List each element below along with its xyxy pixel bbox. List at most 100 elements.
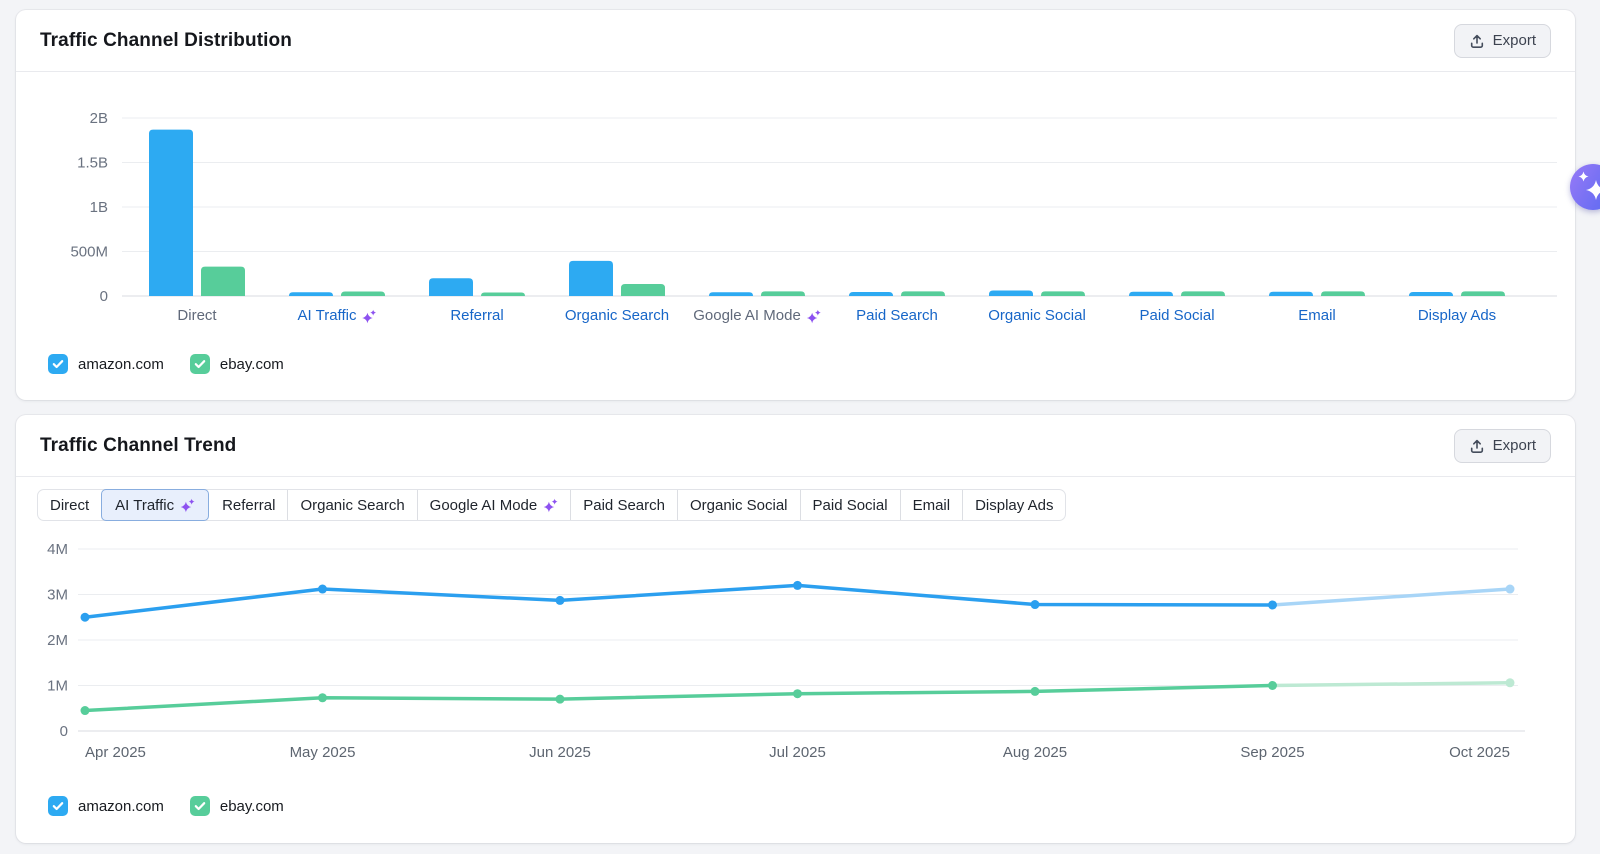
bar-chart: 0500M1B1.5B2B [16,100,1575,335]
legend-item-amazon-com: amazon.com [48,796,164,816]
data-point [556,596,565,605]
legend-checkbox-ebay-com[interactable] [190,796,210,816]
tab-label: Referral [222,497,275,514]
tab-label: Organic Social [690,497,788,514]
bar-ebay-com-organic-social [1041,291,1085,296]
bar-amazon-com-referral [429,278,473,296]
bar-ebay-com-email [1321,291,1365,296]
data-point [1506,585,1515,594]
y-axis-tick: 0 [60,723,68,740]
check-icon [52,358,64,370]
y-axis-tick: 2M [47,632,68,649]
x-axis-tick: Jun 2025 [529,744,591,761]
trend-line-amazon-com [85,585,1273,617]
category-label-referral[interactable]: Referral [450,306,503,326]
tab-direct[interactable]: Direct [38,490,101,520]
category-label-ai-traffic[interactable]: AI Traffic [298,306,377,326]
category-label-text: Organic Search [565,306,669,326]
x-axis-tick: Aug 2025 [1003,744,1067,761]
bar-chart-category-labels: Direct AI Traffic Referral Organic Search Go… [16,306,1575,328]
trend-line-forecast-amazon-com [1273,589,1511,605]
legend-checkbox-amazon-com[interactable] [48,354,68,374]
bar-ebay-com-paid-social [1181,291,1225,296]
bar-amazon-com-display-ads [1409,292,1453,296]
tab-organic-social[interactable]: Organic Social [677,490,800,520]
tab-label: Display Ads [975,497,1053,514]
tab-label: Email [913,497,951,514]
y-axis-tick: 4M [47,541,68,558]
data-point [318,585,327,594]
bar-amazon-com-organic-search [569,261,613,296]
y-axis-tick: 1.5B [77,155,108,172]
category-label-text: Referral [450,306,503,326]
tab-ai-traffic[interactable]: AI Traffic [101,489,209,521]
tab-label: Google AI Mode [430,497,538,514]
legend-checkbox-amazon-com[interactable] [48,796,68,816]
tab-paid-social[interactable]: Paid Social [800,490,900,520]
y-axis-tick: 3M [47,587,68,604]
export-button[interactable]: Export [1454,24,1551,58]
category-label-organic-social[interactable]: Organic Social [988,306,1086,326]
ai-sparkle-icon [543,498,558,513]
tab-display-ads[interactable]: Display Ads [962,490,1065,520]
category-label-email[interactable]: Email [1298,306,1336,326]
tab-referral[interactable]: Referral [209,490,287,520]
bar-amazon-com-email [1269,292,1313,296]
bar-amazon-com-direct [149,130,193,296]
ai-sparkle-icon [361,309,376,324]
panel-header: Traffic Channel Distribution Export [16,10,1575,72]
bar-ebay-com-ai-traffic [341,292,385,296]
tab-email[interactable]: Email [900,490,963,520]
ai-sparkle-icon [806,309,821,324]
ai-assistant-button[interactable] [1570,164,1600,210]
distribution-legend: amazon.com ebay.com [16,352,1575,376]
category-label-paid-social[interactable]: Paid Social [1139,306,1214,326]
bar-amazon-com-paid-social [1129,292,1173,296]
bar-ebay-com-display-ads [1461,291,1505,296]
ai-sparkle-icon [180,498,195,513]
category-label-text: Direct [177,306,216,326]
legend-checkbox-ebay-com[interactable] [190,354,210,374]
tab-organic-search[interactable]: Organic Search [287,490,416,520]
legend-label: amazon.com [78,798,164,815]
legend-label: ebay.com [220,356,284,373]
category-label-organic-search[interactable]: Organic Search [565,306,669,326]
x-axis-tick: May 2025 [290,744,356,761]
x-axis-tick: Sep 2025 [1240,744,1304,761]
category-label-google-ai-mode: Google AI Mode [693,306,821,326]
tab-label: Paid Search [583,497,665,514]
category-label-display-ads[interactable]: Display Ads [1418,306,1496,326]
panel-header: Traffic Channel Trend Export [16,415,1575,477]
bar-amazon-com-paid-search [849,292,893,296]
export-icon [1469,33,1485,49]
check-icon [52,800,64,812]
y-axis-tick: 500M [70,244,108,261]
traffic-channel-distribution-panel: Traffic Channel Distribution Export 0500… [16,10,1575,400]
data-point [793,581,802,590]
data-point [1031,687,1040,696]
data-point [556,695,565,704]
data-point [81,613,90,622]
line-chart: 01M2M3M4MApr 2025May 2025Jun 2025Jul 202… [16,530,1575,770]
export-button-label: Export [1493,32,1536,49]
trend-legend: amazon.com ebay.com [16,794,1575,818]
data-point [1506,678,1515,687]
tab-label: Direct [50,497,89,514]
export-icon [1469,438,1485,454]
legend-label: ebay.com [220,798,284,815]
bar-ebay-com-referral [481,292,525,296]
data-point [1268,600,1277,609]
bar-amazon-com-organic-social [989,290,1033,296]
tab-google-ai-mode[interactable]: Google AI Mode [417,490,571,520]
export-button[interactable]: Export [1454,429,1551,463]
legend-item-amazon-com: amazon.com [48,354,164,374]
legend-item-ebay-com: ebay.com [190,796,284,816]
y-axis-tick: 1B [90,199,108,216]
category-label-text: Paid Search [856,306,938,326]
tab-paid-search[interactable]: Paid Search [570,490,677,520]
category-label-text: Email [1298,306,1336,326]
tab-label: Organic Search [300,497,404,514]
data-point [1031,600,1040,609]
category-label-paid-search[interactable]: Paid Search [856,306,938,326]
x-axis-tick: Apr 2025 [85,744,146,761]
